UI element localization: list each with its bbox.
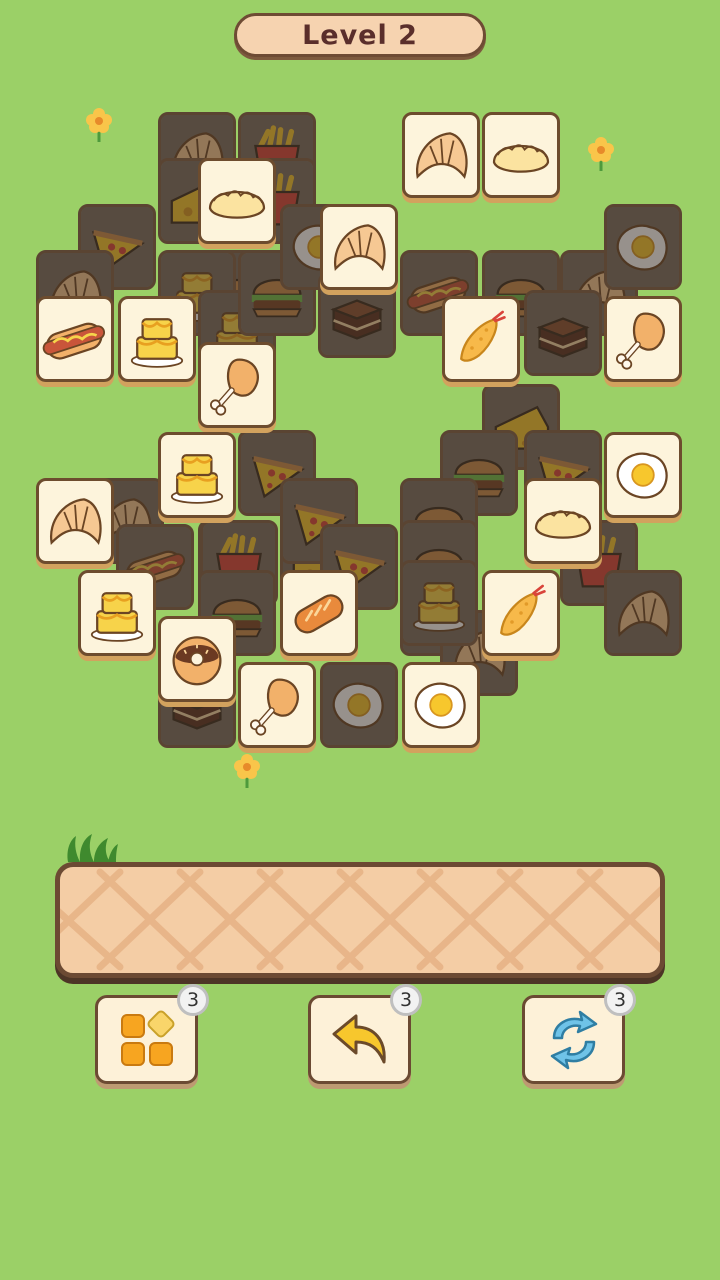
refresh-count-badge: 3 (604, 984, 636, 1016)
fried-shrimp-icon (460, 310, 506, 362)
shuffle-count-badge: 3 (177, 984, 209, 1016)
croissant-icon (333, 224, 386, 271)
croissant-icon (415, 132, 468, 179)
tile-dumpling[interactable] (524, 478, 602, 564)
chicken-leg-icon (250, 678, 299, 736)
fried-egg-icon (332, 682, 384, 729)
fried-egg-icon (616, 224, 668, 271)
tile-fried-egg[interactable] (402, 662, 480, 748)
brownie-icon (536, 317, 590, 358)
dumpling-icon (534, 510, 592, 539)
tile-donut[interactable] (158, 616, 236, 702)
undo-count-badge: 3 (390, 984, 422, 1016)
covered-tile-croissant (604, 570, 682, 656)
tile-tray (55, 862, 665, 978)
shuffle-blocks-button[interactable]: 3 (95, 984, 209, 1084)
covered-tile-cake (400, 560, 478, 646)
chicken-leg-icon (616, 312, 665, 370)
tray-pattern (60, 868, 660, 971)
dumpling-icon (492, 144, 550, 173)
baguette-icon (294, 594, 344, 634)
croissant-icon (49, 498, 102, 545)
cake-icon (130, 318, 184, 368)
tile-baguette[interactable] (280, 570, 358, 656)
cake-icon (412, 582, 466, 632)
cake-icon (90, 592, 144, 642)
tile-chicken-leg[interactable] (604, 296, 682, 382)
fried-shrimp-icon (500, 584, 546, 636)
tile-cake[interactable] (158, 432, 236, 518)
covered-tile-fried-egg (604, 204, 682, 290)
tile-board (0, 0, 720, 800)
covered-tile-fried-egg (320, 662, 398, 748)
tile-fried-shrimp[interactable] (442, 296, 520, 382)
hotdog-icon (42, 322, 106, 360)
cake-icon (170, 454, 224, 504)
tile-croissant[interactable] (402, 112, 480, 198)
undo-arrow-icon (332, 1014, 386, 1063)
grass-icon (67, 834, 118, 862)
tile-fried-shrimp[interactable] (482, 570, 560, 656)
fried-egg-icon (414, 682, 466, 729)
covered-tile-brownie (524, 290, 602, 376)
tile-chicken-leg[interactable] (198, 342, 276, 428)
undo-button[interactable]: 3 (308, 984, 422, 1084)
tile-croissant[interactable] (36, 478, 114, 564)
tile-hotdog[interactable] (36, 296, 114, 382)
tile-dumpling[interactable] (482, 112, 560, 198)
tile-dumpling[interactable] (198, 158, 276, 244)
tile-cake[interactable] (78, 570, 156, 656)
croissant-icon (617, 590, 670, 637)
tile-croissant[interactable] (320, 204, 398, 290)
refresh-icon (550, 1010, 597, 1069)
refresh-button[interactable]: 3 (522, 984, 636, 1084)
tile-fried-egg[interactable] (604, 432, 682, 518)
tile-chicken-leg[interactable] (238, 662, 316, 748)
shuffle-blocks-icon (120, 1010, 174, 1066)
fried-egg-icon (616, 452, 668, 499)
dumpling-icon (208, 190, 266, 219)
donut-icon (172, 636, 222, 686)
tile-cake[interactable] (118, 296, 196, 382)
chicken-leg-icon (210, 358, 259, 416)
